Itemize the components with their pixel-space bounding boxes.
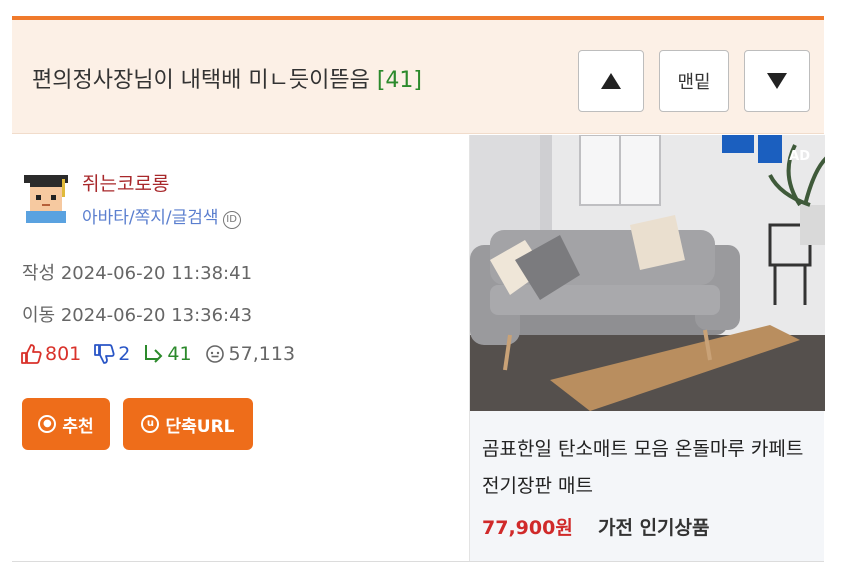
short-url-button[interactable]: u 단축URL	[123, 398, 253, 450]
upvote-count: 801	[45, 343, 82, 365]
post-header-panel: 편의정사장님이 내택배 미ㄴ듯이뜯음 [41] 맨밑 쥐는코로롱 아바타/쪽지/…	[12, 16, 825, 562]
reply-count: 41	[167, 343, 192, 365]
target-icon: ●	[38, 415, 57, 433]
author-links[interactable]: 아바타/쪽지/글검색 ID	[82, 203, 241, 229]
post-stats: 801 2 41 57,113	[20, 343, 307, 365]
ad-category: 가전 인기상품	[598, 517, 710, 539]
avatar[interactable]	[20, 171, 72, 223]
ad-title[interactable]: 곰표한일 탄소매트 모음 온돌마루 카페트 전기장판 매트	[482, 431, 820, 505]
post-title-text: 편의정사장님이 내택배 미ㄴ듯이뜯음	[32, 68, 370, 93]
advertisement[interactable]: AD 곰표한일 탄소매트 모음 온돌마루 카페트 전기장판 매트 77,900원…	[469, 135, 825, 561]
thumbs-up-icon	[21, 344, 42, 364]
created-label: 작성	[22, 263, 56, 284]
post-title: 편의정사장님이 내택배 미ㄴ듯이뜯음 [41]	[32, 62, 422, 94]
triangle-down-icon	[767, 73, 787, 89]
ad-label: AD	[789, 149, 810, 164]
reply-arrow-icon	[145, 345, 163, 363]
title-bar: 편의정사장님이 내택배 미ㄴ듯이뜯음 [41] 맨밑	[12, 20, 824, 134]
link-u-icon: u	[141, 415, 160, 433]
recommend-label: 추천	[62, 416, 94, 437]
view-count: 57,113	[228, 343, 296, 365]
downvote-count: 2	[118, 343, 131, 365]
views-face-icon	[205, 345, 224, 363]
moved-time: 이동 2024-06-20 13:36:43	[22, 301, 252, 327]
thumbs-down-icon	[94, 344, 115, 364]
created-time: 작성 2024-06-20 11:38:41	[22, 259, 252, 285]
moved-value: 2024-06-20 13:36:43	[60, 305, 253, 326]
divider	[12, 561, 824, 562]
scroll-down-button[interactable]	[744, 50, 810, 112]
scroll-up-button[interactable]	[578, 50, 644, 112]
author-panel: 쥐는코로롱 아바타/쪽지/글검색 ID 작성 2024-06-20 11:38:4…	[12, 135, 469, 561]
short-url-label: 단축URL	[165, 416, 235, 437]
author-nickname[interactable]: 쥐는코로롱	[82, 169, 169, 196]
recommend-button[interactable]: ● 추천	[22, 398, 110, 450]
ad-product-image[interactable]	[470, 135, 825, 411]
triangle-up-icon	[601, 73, 621, 89]
moved-label: 이동	[22, 305, 56, 326]
ad-price: 77,900원	[482, 517, 573, 539]
downvote-stat: 2	[93, 343, 130, 365]
reply-stat: 41	[142, 343, 192, 365]
created-value: 2024-06-20 11:38:41	[60, 263, 253, 284]
scroll-bottom-button[interactable]: 맨밑	[659, 50, 729, 112]
id-badge-icon: ID	[222, 211, 241, 229]
comment-count[interactable]: [41]	[377, 68, 422, 93]
author-links-text[interactable]: 아바타/쪽지/글검색	[82, 208, 219, 228]
upvote-stat: 801	[20, 343, 81, 365]
view-stat: 57,113	[204, 343, 295, 365]
